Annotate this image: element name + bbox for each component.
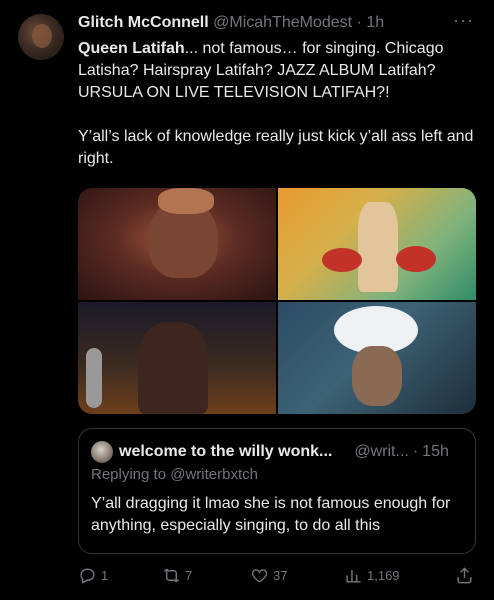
like-button[interactable]: 37: [250, 566, 287, 585]
quoted-time: 15h: [422, 443, 449, 460]
replying-prefix: Replying to: [91, 466, 171, 483]
photo-boa-left: [322, 248, 362, 272]
tweet-time[interactable]: 1h: [366, 14, 384, 31]
tweet-bold-name: Queen Latifah: [78, 40, 185, 57]
media-photo-4[interactable]: [278, 302, 476, 414]
action-bar: 1 7 37 1,169: [78, 566, 476, 590]
tweet-header: Glitch McConnell @MicahTheModest · 1h: [78, 13, 478, 33]
replying-to: Replying to @writerbxtch: [91, 466, 258, 483]
photo-figure: [352, 346, 402, 406]
quoted-text: Y’all dragging it lmao she is not famous…: [91, 495, 451, 534]
share-icon: [457, 567, 472, 584]
author-name[interactable]: Glitch McConnell: [78, 14, 209, 31]
tweet-text: Queen Latifah... not famous… for singing…: [78, 38, 478, 170]
reply-icon: [80, 568, 95, 584]
media-photo-2[interactable]: [278, 188, 476, 300]
photo-figure: [138, 322, 208, 414]
quoted-author-handle: @writ...: [354, 443, 409, 460]
reply-button[interactable]: 1: [78, 566, 108, 585]
quoted-tweet[interactable]: welcome to the willy wonk... @writ... · …: [78, 428, 476, 554]
quoted-avatar: [91, 441, 113, 463]
retweet-button[interactable]: 7: [162, 566, 192, 585]
photo-microphone: [86, 348, 102, 408]
retweet-icon: [163, 568, 180, 583]
tweet-text-paragraph2: Y’all’s lack of knowledge really just ki…: [78, 128, 474, 167]
like-icon: [251, 569, 268, 583]
photo-boa-right: [396, 246, 436, 272]
separator-dot: ·: [356, 14, 362, 31]
like-count: 37: [273, 568, 288, 583]
quoted-header: welcome to the willy wonk... @writ... · …: [91, 441, 449, 463]
more-icon[interactable]: ···: [453, 10, 474, 31]
quoted-author-name: welcome to the willy wonk...: [119, 443, 333, 460]
media-photo-3[interactable]: [78, 302, 276, 414]
replying-handle[interactable]: @writerbxtch: [170, 466, 258, 483]
views-button[interactable]: 1,169: [344, 566, 400, 585]
photo-figure: [358, 202, 398, 292]
retweet-count: 7: [185, 568, 193, 583]
quoted-separator-dot: ·: [412, 443, 419, 460]
author-avatar[interactable]: [18, 14, 64, 60]
views-icon: [346, 569, 361, 583]
share-button[interactable]: [455, 566, 478, 585]
reply-count: 1: [101, 568, 109, 583]
author-handle[interactable]: @MicahTheModest: [213, 14, 352, 31]
views-count: 1,169: [367, 568, 400, 583]
media-photo-1[interactable]: [78, 188, 276, 300]
media-grid: [78, 188, 476, 414]
photo-headpiece: [158, 188, 214, 214]
